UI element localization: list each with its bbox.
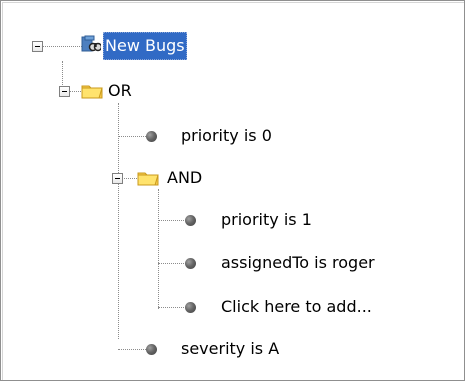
folder-icon (137, 169, 159, 187)
tree-panel: New Bugs OR priority is 0 AND priority i (0, 0, 465, 381)
tree-node-assigned-to[interactable]: assignedTo is roger (1, 248, 381, 278)
bullet-icon (185, 258, 196, 269)
tree-node-and[interactable]: AND (1, 163, 241, 193)
folder-icon (81, 82, 103, 100)
tree-node-label-severity[interactable]: severity is A (181, 334, 279, 364)
tree-node-label-new-bugs[interactable]: New Bugs (103, 32, 187, 60)
binoculars-icon (81, 35, 101, 55)
collapse-toggle-icon[interactable] (32, 41, 43, 52)
tree-node-add-condition[interactable]: Click here to add... (1, 292, 391, 322)
tree-node-label-priority-1[interactable]: priority is 1 (221, 205, 312, 235)
bullet-icon (146, 131, 157, 142)
tree-node-priority-1[interactable]: priority is 1 (1, 205, 321, 235)
tree-node-label-and[interactable]: AND (167, 163, 202, 193)
collapse-toggle-icon[interactable] (59, 86, 70, 97)
bullet-icon (185, 302, 196, 313)
bullet-icon (146, 344, 157, 355)
bullet-icon (185, 215, 196, 226)
tree-node-or[interactable]: OR (1, 76, 201, 106)
tree-node-severity[interactable]: severity is A (1, 334, 301, 364)
collapse-toggle-icon[interactable] (112, 173, 123, 184)
tree-node-label-priority-0[interactable]: priority is 0 (181, 121, 272, 151)
tree-node-label-assigned-to[interactable]: assignedTo is roger (221, 248, 375, 278)
add-condition-link[interactable]: Click here to add... (221, 292, 372, 322)
tree-node-label-or[interactable]: OR (108, 76, 132, 106)
tree-node-new-bugs[interactable]: New Bugs (1, 31, 221, 61)
tree-node-priority-0[interactable]: priority is 0 (1, 121, 281, 151)
